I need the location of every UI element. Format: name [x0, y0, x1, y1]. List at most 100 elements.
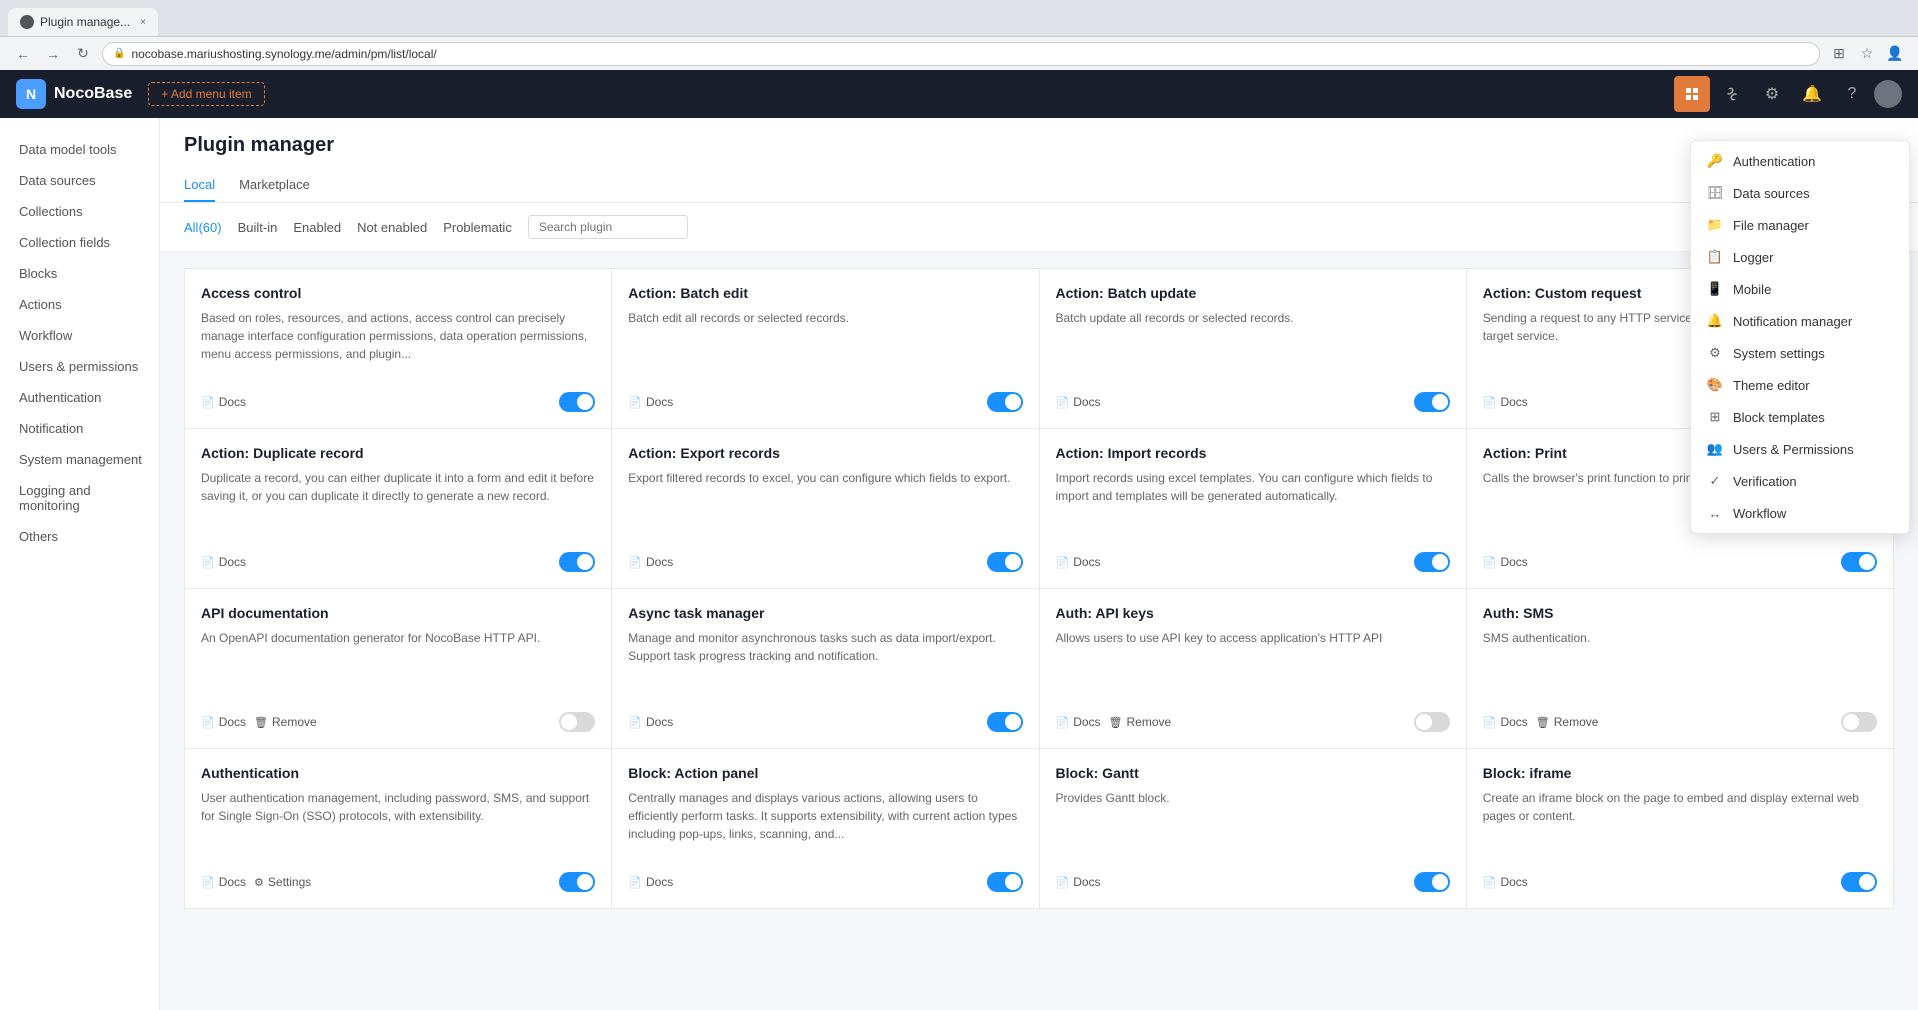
plugin-toggle[interactable]: [1414, 552, 1450, 572]
docs-link[interactable]: 📄Docs: [1056, 555, 1101, 569]
theme-icon: 🎨: [1707, 377, 1723, 393]
browser-tab[interactable]: Plugin manage... ×: [8, 8, 158, 36]
dropdown-item-notification-manager[interactable]: 🔔 Notification manager: [1691, 305, 1909, 337]
dropdown-item-verification[interactable]: ✓ Verification: [1691, 465, 1909, 497]
bell-icon[interactable]: 🔔: [1794, 76, 1830, 112]
database-icon: 🗄: [1707, 185, 1723, 201]
docs-link[interactable]: 📄Docs: [1483, 875, 1528, 889]
help-icon[interactable]: ?: [1834, 76, 1870, 112]
tab-marketplace[interactable]: Marketplace: [239, 169, 310, 202]
card-title: Action: Export records: [628, 445, 1022, 461]
search-input[interactable]: [528, 215, 688, 239]
docs-link[interactable]: 📄Docs: [628, 715, 673, 729]
card-desc: SMS authentication.: [1483, 629, 1877, 702]
filter-built-in[interactable]: Built-in: [238, 218, 278, 237]
settings-link[interactable]: ⚙Settings: [254, 875, 311, 889]
docs-link[interactable]: 📄Docs: [1483, 555, 1528, 569]
docs-icon: 📄: [1483, 396, 1497, 409]
plugin-toggle[interactable]: [1841, 712, 1877, 732]
filter-enabled[interactable]: Enabled: [293, 218, 341, 237]
docs-link[interactable]: 📄Docs: [628, 395, 673, 409]
plugin-toggle[interactable]: [559, 872, 595, 892]
docs-link[interactable]: 📄Docs: [628, 875, 673, 889]
plugin-toggle[interactable]: [987, 712, 1023, 732]
sidebar-item-authentication[interactable]: Authentication: [0, 382, 159, 413]
dropdown-item-logger[interactable]: 📋 Logger: [1691, 241, 1909, 273]
filter-problematic[interactable]: Problematic: [443, 218, 512, 237]
refresh-button[interactable]: ↻: [72, 43, 94, 65]
plugin-toggle[interactable]: [1414, 392, 1450, 412]
plugin-toggle[interactable]: [987, 552, 1023, 572]
sidebar-item-others[interactable]: Others: [0, 521, 159, 552]
dropdown-item-users-permissions[interactable]: 👥 Users & Permissions: [1691, 433, 1909, 465]
dropdown-item-workflow[interactable]: ↔ Workflow: [1691, 497, 1909, 529]
profile-icon[interactable]: 👤: [1884, 43, 1906, 65]
docs-icon: 📄: [1056, 716, 1070, 729]
filter-all[interactable]: All(60): [184, 218, 222, 237]
docs-icon: 📄: [201, 876, 215, 889]
cast-icon[interactable]: ⊞: [1828, 43, 1850, 65]
docs-link[interactable]: 📄Docs: [201, 395, 246, 409]
sidebar-item-notification[interactable]: Notification: [0, 413, 159, 444]
sidebar-item-data-model-tools[interactable]: Data model tools: [0, 134, 159, 165]
plugin-toggle[interactable]: [559, 712, 595, 732]
sidebar-item-collection-fields[interactable]: Collection fields: [0, 227, 159, 258]
remove-link[interactable]: 🗑Remove: [254, 715, 317, 729]
dropdown-item-system-settings[interactable]: ⚙ System settings: [1691, 337, 1909, 369]
tab-local[interactable]: Local: [184, 169, 215, 202]
dropdown-item-label: Mobile: [1733, 282, 1771, 297]
plugin-toggle[interactable]: [1414, 712, 1450, 732]
remove-link[interactable]: 🗑Remove: [1536, 715, 1599, 729]
docs-link[interactable]: 📄Docs: [1056, 715, 1101, 729]
remove-link[interactable]: 🗑Remove: [1109, 715, 1172, 729]
plugin-card-duplicate: Action: Duplicate record Duplicate a rec…: [185, 429, 612, 589]
sidebar-item-logging[interactable]: Logging and monitoring: [0, 475, 159, 521]
address-bar[interactable]: 🔒 nocobase.mariushosting.synology.me/adm…: [102, 42, 1820, 66]
dropdown-item-data-sources[interactable]: 🗄 Data sources: [1691, 177, 1909, 209]
star-icon[interactable]: ☆: [1856, 43, 1878, 65]
main-layout: Data model tools Data sources Collection…: [0, 118, 1918, 1010]
dropdown-item-theme-editor[interactable]: 🎨 Theme editor: [1691, 369, 1909, 401]
plugin-toggle[interactable]: [559, 552, 595, 572]
plugin-toggle[interactable]: [987, 872, 1023, 892]
docs-link[interactable]: 📄Docs: [1056, 875, 1101, 889]
dropdown-item-label: Notification manager: [1733, 314, 1852, 329]
plugin-toggle[interactable]: [559, 392, 595, 412]
docs-link[interactable]: 📄Docs: [1483, 395, 1528, 409]
plugin-toggle[interactable]: [1841, 872, 1877, 892]
sidebar-item-actions[interactable]: Actions: [0, 289, 159, 320]
user-avatar[interactable]: [1874, 80, 1902, 108]
card-title: Block: iframe: [1483, 765, 1877, 781]
docs-icon: 📄: [1483, 716, 1497, 729]
plugin-toggle[interactable]: [1841, 552, 1877, 572]
dropdown-item-file-manager[interactable]: 📁 File manager: [1691, 209, 1909, 241]
sidebar-item-system-management[interactable]: System management: [0, 444, 159, 475]
sidebar-item-blocks[interactable]: Blocks: [0, 258, 159, 289]
filter-not-enabled[interactable]: Not enabled: [357, 218, 427, 237]
settings-icon[interactable]: ⚙: [1754, 76, 1790, 112]
chain-icon[interactable]: [1714, 76, 1750, 112]
sidebar-item-workflow[interactable]: Workflow: [0, 320, 159, 351]
back-button[interactable]: ←: [12, 43, 34, 65]
docs-link[interactable]: 📄Docs: [628, 555, 673, 569]
plugin-toggle[interactable]: [987, 392, 1023, 412]
card-title: Action: Import records: [1056, 445, 1450, 461]
dropdown-item-mobile[interactable]: 📱 Mobile: [1691, 273, 1909, 305]
docs-link[interactable]: 📄Docs: [201, 875, 246, 889]
docs-link[interactable]: 📄Docs: [1056, 395, 1101, 409]
add-menu-button[interactable]: + Add menu item: [148, 82, 264, 106]
plugin-manager-icon[interactable]: [1674, 76, 1710, 112]
docs-link[interactable]: 📄Docs: [201, 715, 246, 729]
sidebar-item-collections[interactable]: Collections: [0, 196, 159, 227]
docs-icon: 📄: [201, 556, 215, 569]
docs-link[interactable]: 📄Docs: [201, 555, 246, 569]
dropdown-item-authentication[interactable]: 🔑 Authentication: [1691, 145, 1909, 177]
forward-button[interactable]: →: [42, 43, 64, 65]
sidebar-item-data-sources[interactable]: Data sources: [0, 165, 159, 196]
sidebar-item-users-permissions[interactable]: Users & permissions: [0, 351, 159, 382]
docs-link[interactable]: 📄Docs: [1483, 715, 1528, 729]
plugin-toggle[interactable]: [1414, 872, 1450, 892]
page-header: Plugin manager Local Marketplace: [160, 118, 1918, 203]
dropdown-item-block-templates[interactable]: ⊞ Block templates: [1691, 401, 1909, 433]
tab-close-button[interactable]: ×: [140, 17, 146, 28]
